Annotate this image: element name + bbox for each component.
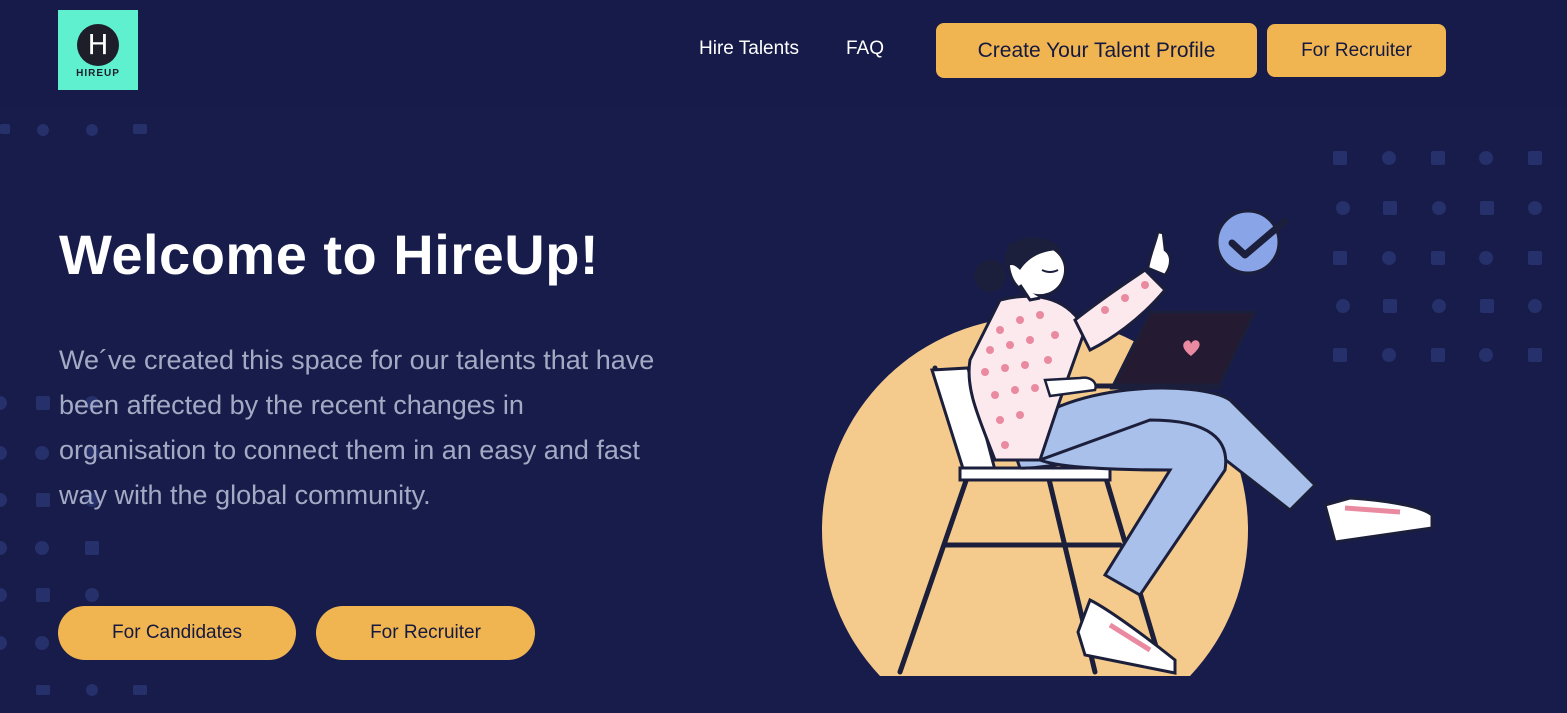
hireup-logo-icon[interactable]: H HIREUP bbox=[58, 10, 138, 90]
hero-title: Welcome to HireUp! bbox=[59, 223, 600, 286]
for-recruiter-header-button[interactable]: For Recruiter bbox=[1267, 24, 1446, 77]
for-recruiter-button[interactable]: For Recruiter bbox=[316, 606, 535, 660]
for-candidates-button[interactable]: For Candidates bbox=[58, 606, 296, 660]
create-talent-profile-button[interactable]: Create Your Talent Profile bbox=[936, 23, 1257, 78]
woman-with-laptop-illustration bbox=[822, 209, 1434, 676]
logo-letter: H bbox=[77, 24, 119, 66]
hero-description: We´ve created this space for our talents… bbox=[59, 345, 655, 510]
header: H HIREUP Hire Talents FAQ Create Your Ta… bbox=[0, 0, 1567, 108]
nav-hire-talents[interactable]: Hire Talents bbox=[699, 38, 799, 60]
check-circle-icon bbox=[1215, 209, 1289, 275]
nav-faq[interactable]: FAQ bbox=[846, 38, 884, 60]
logo-text: HIREUP bbox=[76, 68, 120, 79]
